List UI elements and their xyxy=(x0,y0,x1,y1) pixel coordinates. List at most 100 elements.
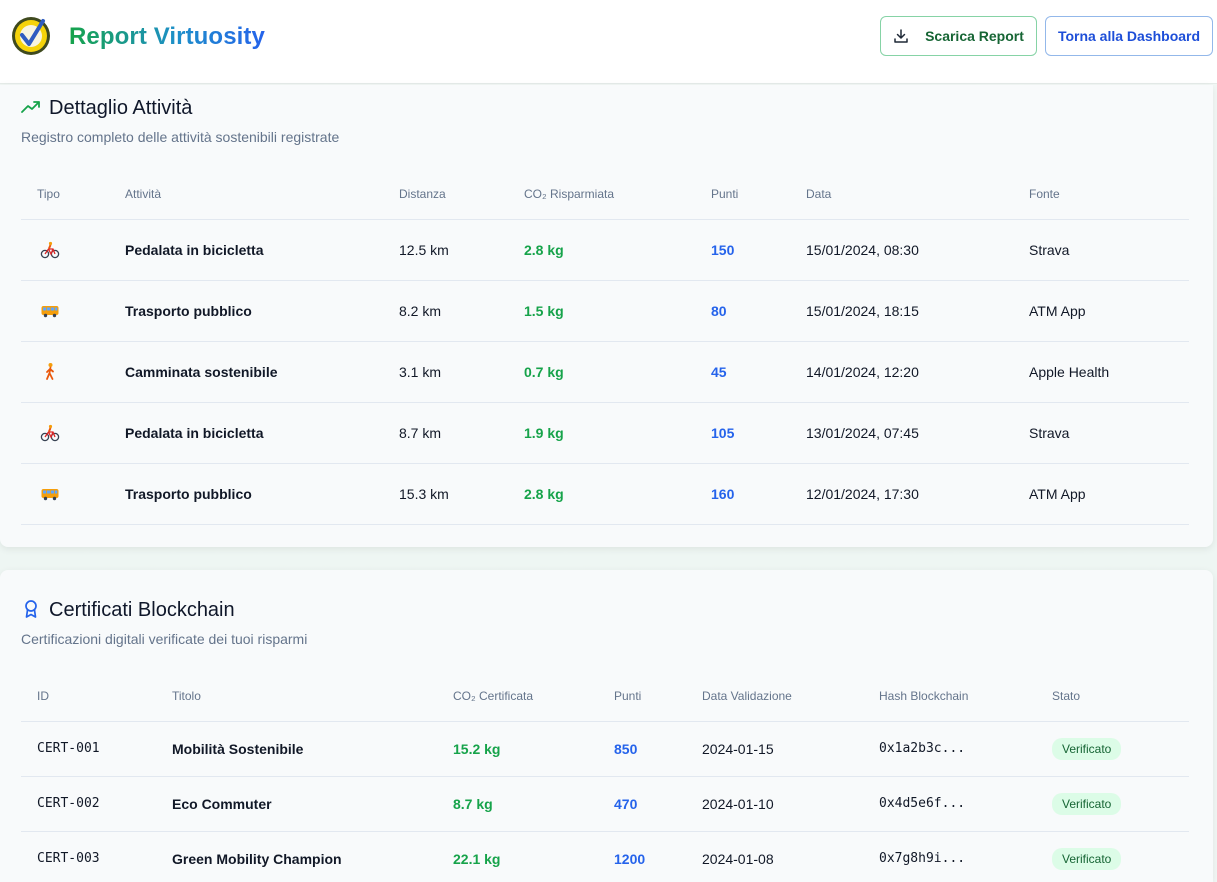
activity-co2: 1.9 kg xyxy=(508,402,695,464)
walking-icon xyxy=(40,362,60,382)
col-header-co2-certified: CO₂ Certificata xyxy=(437,672,598,722)
certificate-hash: 0x4d5e6f... xyxy=(863,776,1036,832)
certificate-hash: 0x1a2b3c... xyxy=(863,721,1036,777)
activity-points: 45 xyxy=(695,341,790,403)
col-header-validation-date: Data Validazione xyxy=(686,672,863,722)
col-header-status: Stato xyxy=(1036,672,1189,722)
activity-points: 160 xyxy=(695,463,790,525)
certificates-card: Certificati Blockchain Certificazioni di… xyxy=(0,570,1213,882)
download-icon xyxy=(894,29,908,43)
col-header-type: Tipo xyxy=(21,170,109,220)
activities-header-row: Tipo Attività Distanza CO₂ Risparmiata P… xyxy=(21,170,1189,220)
certificate-status-cell: Verificato xyxy=(1036,721,1189,777)
activity-points: 150 xyxy=(695,219,790,281)
status-badge: Verificato xyxy=(1052,792,1122,815)
activity-co2: 2.8 kg xyxy=(508,219,695,281)
certificate-id: CERT-003 xyxy=(21,831,156,882)
certificate-status-cell: Verificato xyxy=(1036,776,1189,832)
activities-title: Dettaglio Attività xyxy=(49,97,193,119)
activity-distance: 3.1 km xyxy=(383,341,508,403)
certificates-title: Certificati Blockchain xyxy=(49,599,235,621)
activity-distance: 12.5 km xyxy=(383,219,508,281)
bicycle-icon xyxy=(40,240,60,260)
certificate-title: Mobilità Sostenibile xyxy=(156,721,437,777)
col-header-points: Punti xyxy=(695,170,790,220)
certificate-date: 2024-01-10 xyxy=(686,776,863,832)
activity-source: Strava xyxy=(1013,402,1189,464)
certificate-date: 2024-01-08 xyxy=(686,831,863,882)
activity-name: Camminata sostenibile xyxy=(109,341,383,403)
activity-row: Trasporto pubblico 8.2 km 1.5 kg 80 15/01/20… xyxy=(21,280,1189,342)
certificate-id: CERT-001 xyxy=(21,721,156,777)
activity-type-cell xyxy=(21,341,109,403)
app-header: Report Virtuosity Scarica Report Torna a… xyxy=(0,0,1217,84)
activity-date: 12/01/2024, 17:30 xyxy=(790,463,1013,525)
col-header-activity: Attività xyxy=(109,170,383,220)
bicycle-icon xyxy=(40,423,60,443)
certificate-points: 850 xyxy=(598,721,686,777)
col-header-distance: Distanza xyxy=(383,170,508,220)
col-header-hash: Hash Blockchain xyxy=(863,672,1036,722)
col-header-title: Titolo xyxy=(156,672,437,722)
award-icon xyxy=(25,600,37,618)
certificate-co2: 15.2 kg xyxy=(437,721,598,777)
certificate-date: 2024-01-15 xyxy=(686,721,863,777)
activities-subtitle: Registro completo delle attività sosteni… xyxy=(21,129,340,145)
activity-name: Pedalata in bicicletta xyxy=(109,219,383,281)
certificate-points: 470 xyxy=(598,776,686,832)
certificate-status-cell: Verificato xyxy=(1036,831,1189,882)
download-report-label: Scarica Report xyxy=(925,28,1024,44)
status-badge: Verificato xyxy=(1052,847,1122,870)
certificate-title: Green Mobility Champion xyxy=(156,831,437,882)
col-header-source: Fonte xyxy=(1013,170,1189,220)
col-header-id: ID xyxy=(21,672,156,722)
activity-points: 80 xyxy=(695,280,790,342)
app-title: Report Virtuosity xyxy=(69,23,265,50)
activity-co2: 0.7 kg xyxy=(508,341,695,403)
certificate-hash: 0x7g8h9i... xyxy=(863,831,1036,882)
activity-co2: 2.8 kg xyxy=(508,463,695,525)
bus-icon xyxy=(40,484,60,504)
certificates-table: ID Titolo CO₂ Certificata Punti Data Val… xyxy=(21,672,1189,882)
back-to-dashboard-button[interactable]: Torna alla Dashboard xyxy=(1045,16,1213,56)
activity-source: ATM App xyxy=(1013,463,1189,525)
certificate-row: CERT-001 Mobilità Sostenibile 15.2 kg 850 20… xyxy=(21,721,1189,777)
activity-name: Trasporto pubblico xyxy=(109,280,383,342)
activity-row: Trasporto pubblico 15.3 km 2.8 kg 160 12/01/… xyxy=(21,463,1189,525)
col-header-date: Data xyxy=(790,170,1013,220)
col-header-cert-points: Punti xyxy=(598,672,686,722)
activity-row: Camminata sostenibile 3.1 km 0.7 kg 45 14/01… xyxy=(21,341,1189,403)
activity-co2: 1.5 kg xyxy=(508,280,695,342)
activity-row: Pedalata in bicicletta 12.5 km 2.8 kg 150 15… xyxy=(21,219,1189,281)
certificates-header-row: ID Titolo CO₂ Certificata Punti Data Val… xyxy=(21,672,1189,722)
activities-card: Dettaglio Attività Registro completo del… xyxy=(0,85,1213,547)
certificate-row: CERT-003 Green Mobility Champion 22.1 kg 12… xyxy=(21,831,1189,882)
certificate-co2: 8.7 kg xyxy=(437,776,598,832)
activity-type-cell xyxy=(21,219,109,281)
activity-distance: 15.3 km xyxy=(383,463,508,525)
activity-source: ATM App xyxy=(1013,280,1189,342)
bus-icon xyxy=(40,301,60,321)
activity-source: Apple Health xyxy=(1013,341,1189,403)
activity-type-cell xyxy=(21,463,109,525)
certificate-row: CERT-002 Eco Commuter 8.7 kg 470 2024-01-10 0… xyxy=(21,776,1189,832)
activity-distance: 8.7 km xyxy=(383,402,508,464)
logo-icon xyxy=(12,17,50,55)
certificate-co2: 22.1 kg xyxy=(437,831,598,882)
download-report-button[interactable]: Scarica Report xyxy=(880,16,1037,56)
activity-row: Pedalata in bicicletta 8.7 km 1.9 kg 105 13/… xyxy=(21,402,1189,464)
certificate-points: 1200 xyxy=(598,831,686,882)
status-badge: Verificato xyxy=(1052,737,1122,760)
trending-up-icon xyxy=(21,101,40,113)
activity-date: 15/01/2024, 18:15 xyxy=(790,280,1013,342)
activity-name: Trasporto pubblico xyxy=(109,463,383,525)
activity-type-cell xyxy=(21,402,109,464)
activity-source: Strava xyxy=(1013,219,1189,281)
certificate-id: CERT-002 xyxy=(21,776,156,832)
activity-date: 13/01/2024, 07:45 xyxy=(790,402,1013,464)
col-header-co2: CO₂ Risparmiata xyxy=(508,170,695,220)
activities-table: Tipo Attività Distanza CO₂ Risparmiata P… xyxy=(21,170,1189,525)
activity-date: 15/01/2024, 08:30 xyxy=(790,219,1013,281)
certificate-title: Eco Commuter xyxy=(156,776,437,832)
activity-date: 14/01/2024, 12:20 xyxy=(790,341,1013,403)
